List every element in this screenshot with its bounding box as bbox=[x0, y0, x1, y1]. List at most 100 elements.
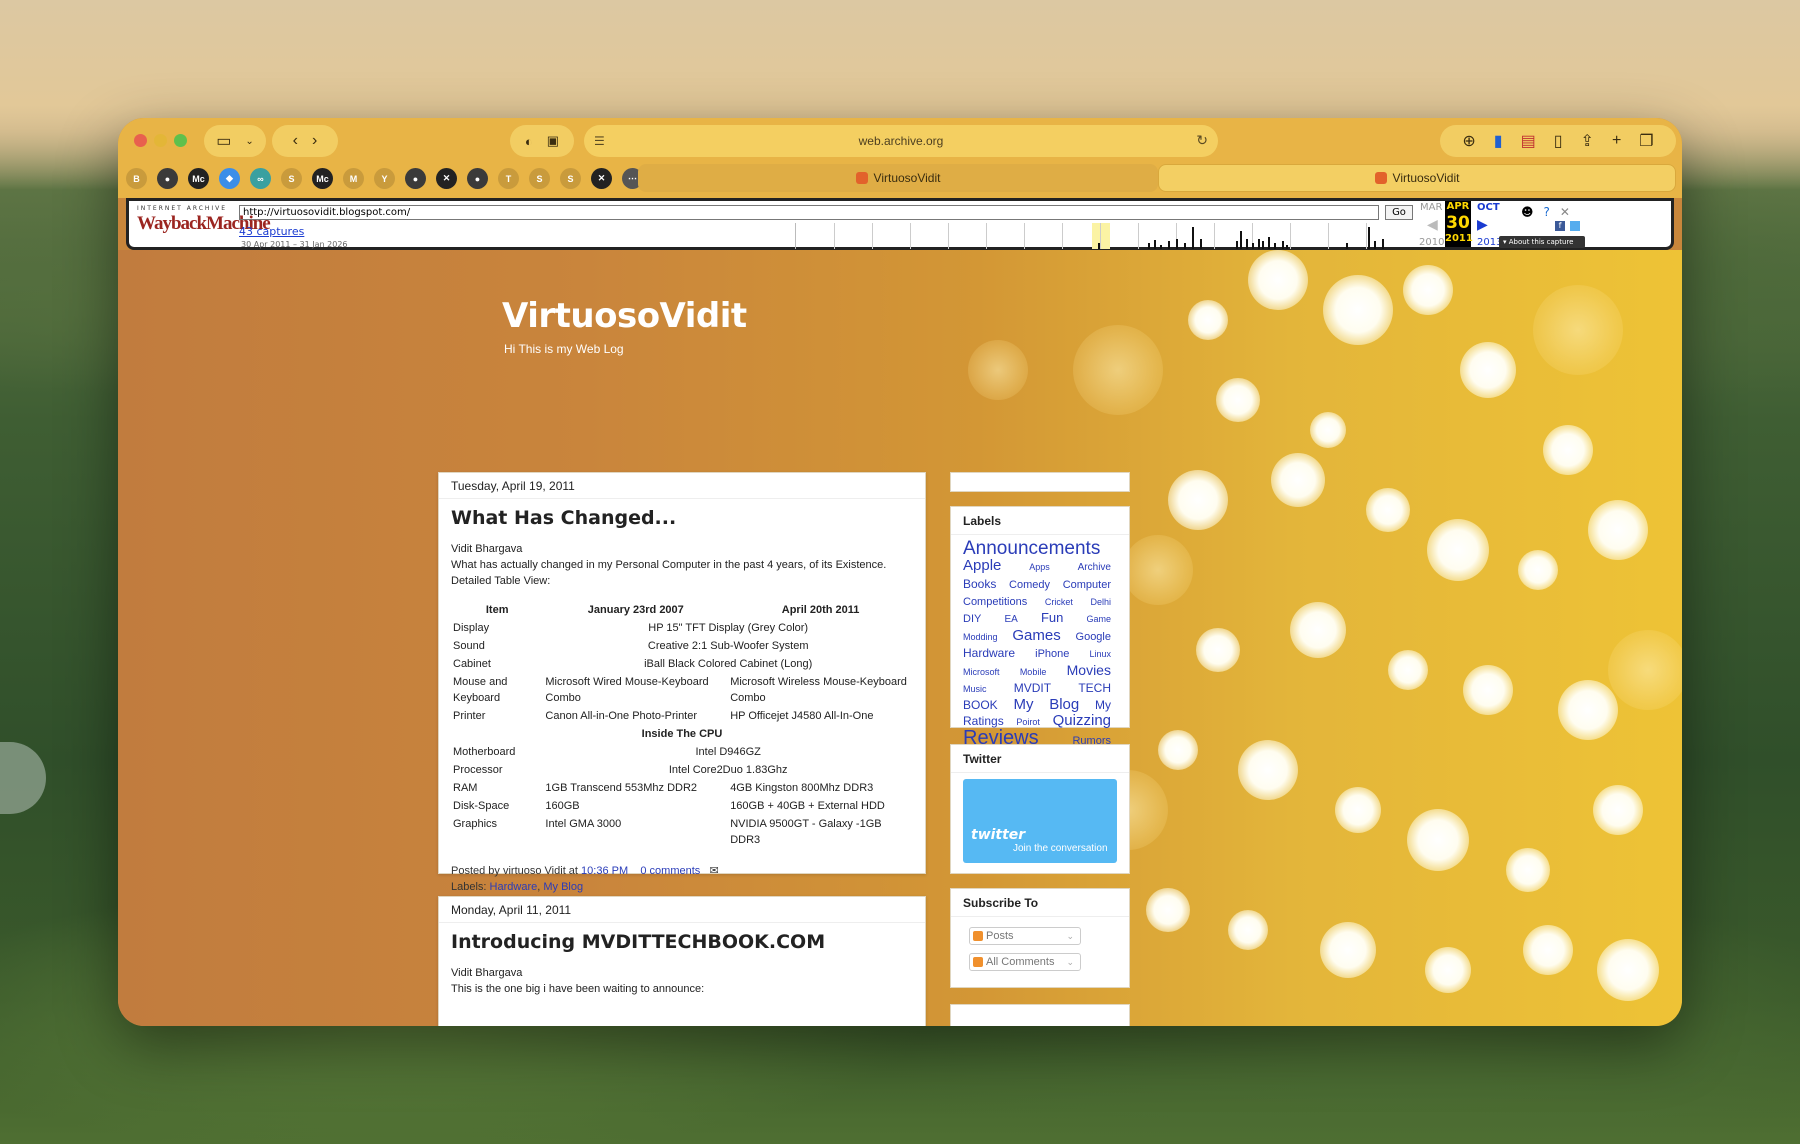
post-title[interactable]: Introducing MVDITTECHBOOK.COM bbox=[439, 923, 925, 953]
zoom-window-button[interactable] bbox=[174, 134, 187, 147]
label-cloud-item[interactable]: TECH bbox=[1078, 681, 1111, 695]
favorite-x-icon[interactable]: ✕ bbox=[436, 168, 457, 189]
back-button[interactable]: ‹ bbox=[293, 132, 298, 150]
prev-capture-arrow-icon[interactable]: ◀ bbox=[1427, 217, 1438, 233]
tab-overview-icon[interactable]: ❐ bbox=[1639, 131, 1653, 151]
label-cloud-item[interactable]: Competitions bbox=[963, 596, 1027, 608]
close-window-button[interactable] bbox=[134, 134, 147, 147]
twitter-join-banner[interactable]: twitter Join the conversation bbox=[963, 779, 1117, 863]
about-capture-button[interactable]: ▾ About this capture bbox=[1499, 236, 1585, 248]
label-cloud-item[interactable]: My bbox=[1013, 696, 1033, 713]
label-cloud-item[interactable]: Announcements bbox=[963, 538, 1100, 559]
reader-icon[interactable]: ▯ bbox=[1554, 131, 1563, 151]
favorite-infinity-icon[interactable]: ∞ bbox=[250, 168, 271, 189]
label-link-my-blog[interactable]: My Blog bbox=[543, 881, 583, 893]
favorite-app-icon[interactable]: ◆ bbox=[219, 168, 240, 189]
address-bar[interactable]: ☰ web.archive.org ↻ bbox=[584, 125, 1218, 157]
new-tab-icon[interactable]: + bbox=[1612, 132, 1621, 150]
label-cloud-item[interactable]: Modding bbox=[963, 632, 998, 642]
label-cloud-item[interactable]: Books bbox=[963, 577, 996, 591]
subscribe-comments-dropdown[interactable]: All Comments ⌄ bbox=[969, 953, 1081, 971]
facebook-icon[interactable]: f bbox=[1555, 221, 1565, 231]
prev-year: 2010 bbox=[1419, 237, 1445, 248]
label-cloud-item[interactable]: Mobile bbox=[1020, 667, 1047, 677]
table-row: Display HP 15" TFT Display (Grey Color) bbox=[451, 619, 913, 637]
favorite-y[interactable]: Y bbox=[374, 168, 395, 189]
help-icon[interactable]: ? bbox=[1544, 205, 1550, 219]
shield-icon[interactable]: ◐ bbox=[525, 134, 533, 149]
label-cloud-item[interactable]: MVDIT bbox=[1014, 681, 1051, 695]
histogram-bar bbox=[1176, 239, 1178, 249]
minimize-window-button[interactable] bbox=[154, 134, 167, 147]
twitter-share-icon[interactable] bbox=[1570, 221, 1580, 231]
favorite-mc[interactable]: Mc bbox=[188, 168, 209, 189]
news-extension-icon[interactable]: ▤ bbox=[1521, 131, 1536, 151]
account-icon[interactable]: ☻ bbox=[1521, 205, 1534, 219]
bokeh-light bbox=[1248, 250, 1308, 310]
email-post-icon[interactable]: ✉ bbox=[709, 865, 718, 877]
label-cloud-item[interactable]: Comedy bbox=[1009, 579, 1050, 591]
label-cloud-item[interactable]: My bbox=[1095, 698, 1111, 712]
favorite-github-icon-3[interactable]: ● bbox=[467, 168, 488, 189]
favorite-s-3[interactable]: S bbox=[560, 168, 581, 189]
bokeh-light bbox=[1460, 342, 1516, 398]
next-capture-arrow-icon[interactable]: ▶ bbox=[1477, 217, 1488, 233]
label-cloud-item[interactable]: Fun bbox=[1041, 610, 1063, 625]
label-cloud-item[interactable]: Microsoft bbox=[963, 667, 1000, 677]
tab-virtuosovidit-1[interactable]: VirtuosoVidit bbox=[638, 164, 1158, 192]
favorite-github-icon[interactable]: ● bbox=[157, 168, 178, 189]
favorite-s[interactable]: S bbox=[281, 168, 302, 189]
label-cloud-item[interactable]: EA bbox=[1004, 614, 1017, 625]
share-icon[interactable]: ⇪ bbox=[1581, 131, 1594, 151]
capture-histogram[interactable] bbox=[795, 223, 1410, 249]
extension-icon[interactable]: ▣ bbox=[547, 133, 559, 149]
favorite-github-icon-2[interactable]: ● bbox=[405, 168, 426, 189]
label-cloud-item[interactable]: Quizzing bbox=[1053, 712, 1111, 729]
label-cloud-item[interactable]: Blog bbox=[1049, 696, 1079, 713]
label-cloud-item[interactable]: Archive bbox=[1078, 562, 1111, 573]
subscribe-posts-label: Posts bbox=[986, 930, 1014, 942]
blog-title[interactable]: VirtuosoVidit bbox=[502, 296, 747, 336]
subscribe-posts-dropdown[interactable]: Posts ⌄ bbox=[969, 927, 1081, 945]
comments-link[interactable]: 0 comments bbox=[640, 865, 700, 877]
favorite-x-icon-2[interactable]: ✕ bbox=[591, 168, 612, 189]
label-cloud-item[interactable]: Game bbox=[1086, 614, 1111, 624]
post-time-link[interactable]: 10:36 PM bbox=[581, 865, 628, 877]
label-cloud-item[interactable]: Ratings bbox=[963, 714, 1004, 728]
label-cloud-item[interactable]: Hardware bbox=[963, 646, 1015, 660]
sidebar-toggle-button[interactable]: ▭ ⌄ bbox=[204, 125, 266, 157]
desktop-pond bbox=[0, 742, 46, 814]
label-cloud-item[interactable]: Apps bbox=[1029, 562, 1050, 572]
favorite-b[interactable]: B bbox=[126, 168, 147, 189]
favorite-t[interactable]: T bbox=[498, 168, 519, 189]
label-cloud-item[interactable]: Games bbox=[1012, 627, 1060, 644]
wayback-go-button[interactable]: Go bbox=[1385, 205, 1413, 220]
label-cloud-item[interactable]: iPhone bbox=[1035, 648, 1069, 660]
label-cloud-item[interactable]: Computer bbox=[1063, 579, 1111, 591]
wayback-url-input[interactable]: http://virtuosovidit.blogspot.com/ bbox=[239, 205, 1379, 220]
label-cloud-item[interactable]: Music bbox=[963, 684, 987, 694]
post-title[interactable]: What Has Changed... bbox=[439, 499, 925, 529]
label-cloud-item[interactable]: Poirot bbox=[1016, 717, 1040, 727]
label-cloud-item[interactable]: Delhi bbox=[1090, 597, 1111, 607]
chevron-down-icon: ⌄ bbox=[1066, 931, 1074, 941]
label-cloud-item[interactable]: Google bbox=[1076, 631, 1111, 643]
captures-link[interactable]: 43 captures bbox=[239, 225, 304, 238]
download-icon[interactable]: ⊕ bbox=[1462, 131, 1475, 151]
label-cloud-item[interactable]: Linux bbox=[1089, 649, 1111, 659]
document-icon[interactable]: ▮ bbox=[1494, 131, 1503, 151]
favorite-mc-2[interactable]: Mc bbox=[312, 168, 333, 189]
label-cloud-item[interactable]: DIY bbox=[963, 613, 981, 625]
favorite-s-2[interactable]: S bbox=[529, 168, 550, 189]
favorite-m[interactable]: M bbox=[343, 168, 364, 189]
tab-virtuosovidit-2[interactable]: VirtuosoVidit bbox=[1158, 164, 1676, 192]
close-icon[interactable]: ✕ bbox=[1560, 205, 1570, 219]
reload-icon[interactable]: ↻ bbox=[1196, 132, 1208, 149]
label-cloud-item[interactable]: Cricket bbox=[1045, 597, 1073, 607]
label-link-hardware[interactable]: Hardware bbox=[490, 881, 538, 893]
label-cloud-item[interactable]: Apple bbox=[963, 557, 1001, 574]
next-month[interactable]: OCT bbox=[1477, 202, 1500, 213]
forward-button[interactable]: › bbox=[312, 132, 317, 150]
label-cloud-item[interactable]: Movies bbox=[1067, 662, 1111, 678]
label-cloud-item[interactable]: BOOK bbox=[963, 698, 998, 712]
